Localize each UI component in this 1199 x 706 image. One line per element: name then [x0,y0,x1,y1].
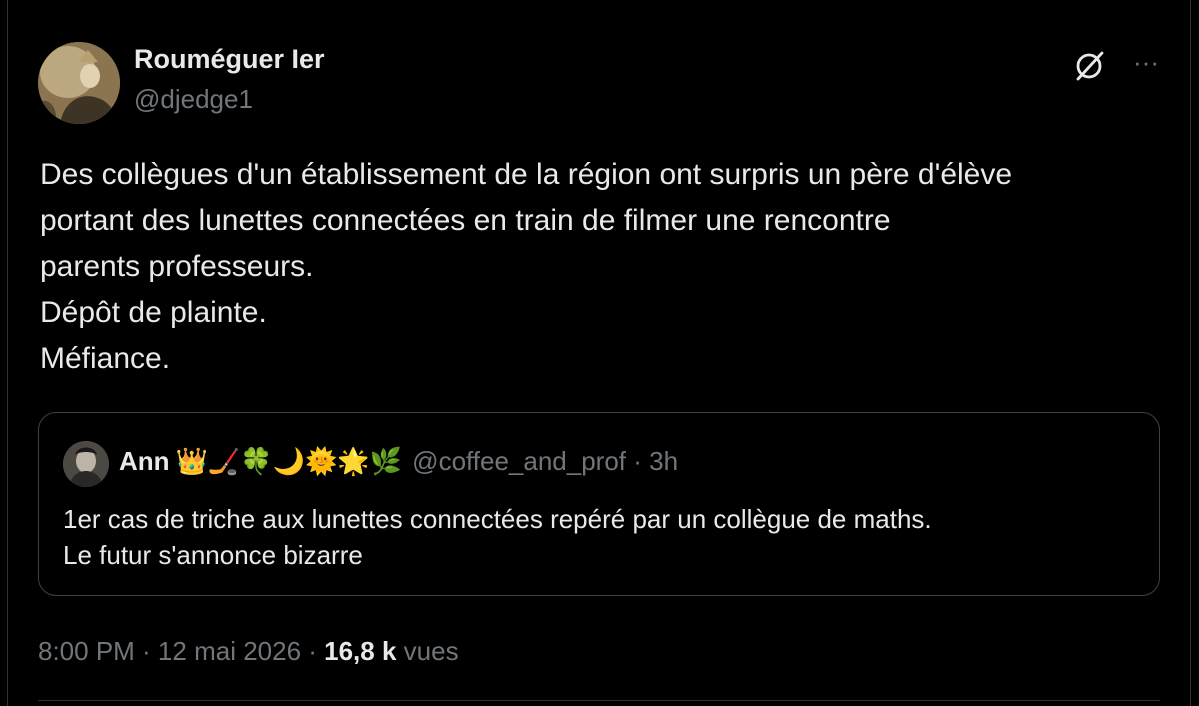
views-label: vues [396,636,459,666]
tweet-line: portant des lunettes connectées en train… [40,204,891,237]
quoted-author-avatar[interactable] [63,441,109,487]
bottom-divider [38,700,1160,701]
quoted-avatar-image [63,441,109,487]
right-divider [1190,0,1191,706]
quoted-header: Ann 👑🏒🍀🌙🌞🌟🌿 @coffee_and_prof · 3h [119,445,678,477]
quoted-tweet[interactable]: Ann 👑🏒🍀🌙🌞🌟🌿 @coffee_and_prof · 3h 1er cas … [38,412,1160,596]
quoted-line: 1er cas de triche aux lunettes connectée… [63,504,932,534]
quoted-author-handle-time[interactable]: @coffee_and_prof · 3h [412,446,678,476]
grok-icon[interactable] [1072,47,1108,83]
tweet-line: Dépôt de plainte. [40,296,267,329]
tweet-line: Méfiance. [40,342,171,375]
quoted-author-emojis: 👑🏒🍀🌙🌞🌟🌿 [175,446,403,476]
left-divider [7,0,8,706]
tweet-text: Des collègues d'un établissement de la r… [40,152,1170,382]
author-display-name[interactable]: Rouméguer Ier [134,44,325,75]
tweet-line: Des collègues d'un établissement de la r… [40,158,1013,191]
more-icon[interactable]: ··· [1128,49,1164,75]
author-avatar-image [38,42,120,124]
tweet-timestamp[interactable]: 8:00 PM · 12 mai 2026 · [38,636,324,666]
quoted-tweet-text: 1er cas de triche aux lunettes connectée… [63,501,932,573]
quoted-line: Le futur s'annonce bizarre [63,540,363,570]
author-handle[interactable]: @djedge1 [134,84,253,115]
tweet-line: parents professeurs. [40,250,314,283]
author-avatar[interactable] [38,42,120,124]
tweet-card: Rouméguer Ier @djedge1 ··· Des collègues… [0,0,1199,706]
tweet-meta: 8:00 PM · 12 mai 2026 · 16,8 k vues [38,636,459,667]
quoted-author-name[interactable]: Ann [119,446,170,476]
views-count: 16,8 k [324,636,397,666]
